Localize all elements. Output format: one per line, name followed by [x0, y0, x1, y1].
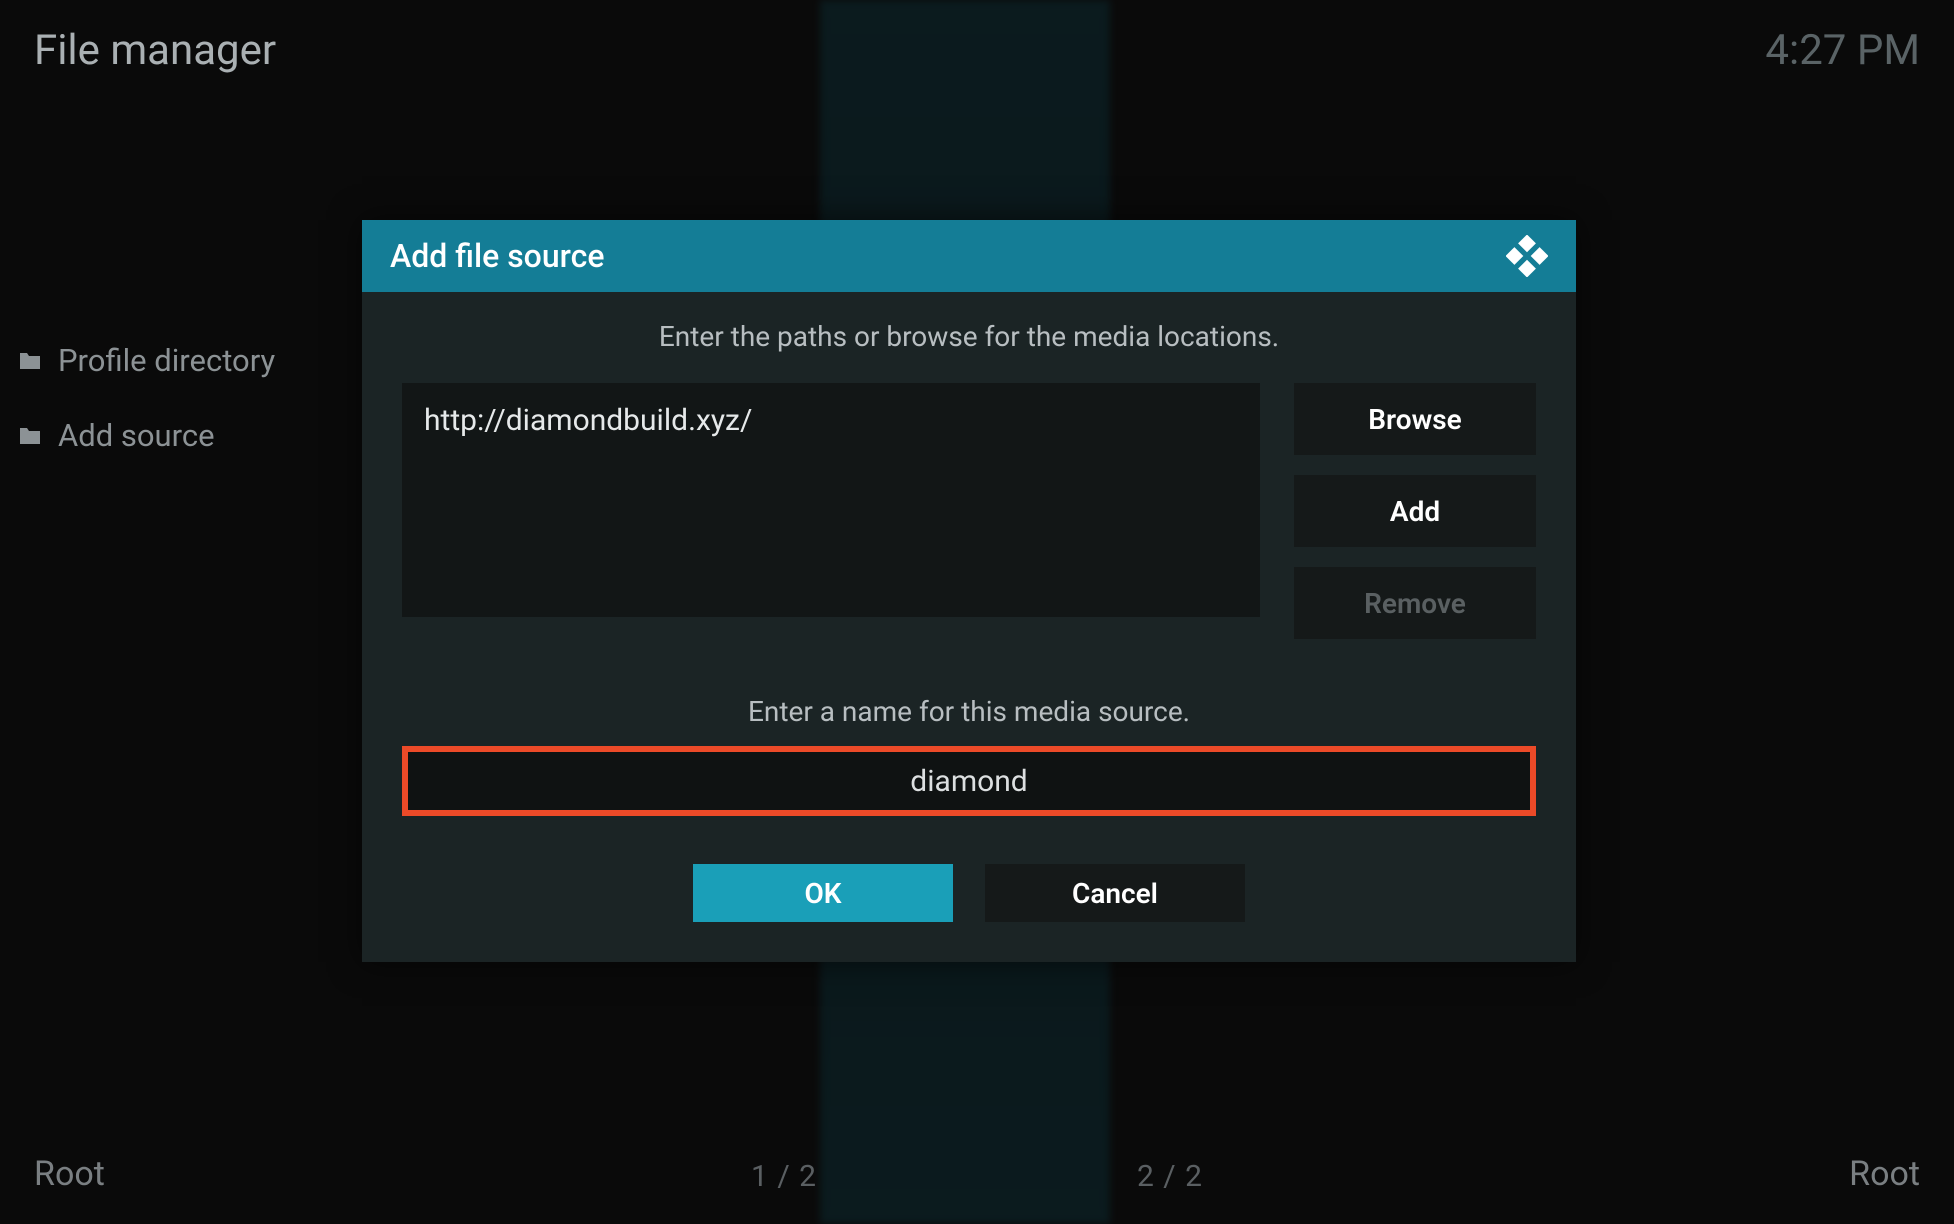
ok-button[interactable]: OK: [693, 864, 953, 922]
name-instruction: Enter a name for this media source.: [402, 695, 1536, 728]
browse-button[interactable]: Browse: [1294, 383, 1536, 455]
dialog-header: Add file source: [362, 220, 1576, 292]
cancel-button[interactable]: Cancel: [985, 864, 1245, 922]
add-button[interactable]: Add: [1294, 475, 1536, 547]
footer-left-root: Root: [34, 1154, 105, 1194]
pager-right: 2 / 2: [1137, 1159, 1203, 1194]
dialog-body: Enter the paths or browse for the media …: [362, 292, 1576, 962]
list-item-label: Add source: [58, 417, 215, 454]
page-title: File manager: [34, 26, 276, 75]
pager-bar: 1 / 2 2 / 2: [751, 1159, 1203, 1194]
clock: 4:27 PM: [1765, 26, 1920, 75]
path-input-value: http://diamondbuild.xyz/: [424, 401, 1238, 440]
footer-right-root: Root: [1849, 1154, 1920, 1194]
name-input-highlight: diamond: [402, 746, 1536, 816]
header-bar: File manager 4:27 PM: [34, 26, 1920, 75]
dialog-title: Add file source: [390, 237, 604, 275]
folder-icon: [18, 351, 42, 371]
dialog-footer-buttons: OK Cancel: [402, 864, 1536, 922]
add-file-source-dialog: Add file source Enter the paths or brows…: [362, 220, 1576, 962]
name-input[interactable]: diamond: [408, 752, 1530, 810]
file-list: Profile directory Add source: [18, 342, 275, 454]
path-input[interactable]: http://diamondbuild.xyz/: [402, 383, 1260, 617]
list-item-add-source[interactable]: Add source: [18, 417, 275, 454]
remove-button: Remove: [1294, 567, 1536, 639]
list-item-label: Profile directory: [58, 342, 275, 379]
name-input-value: diamond: [910, 764, 1027, 799]
paths-instruction: Enter the paths or browse for the media …: [402, 320, 1536, 353]
side-buttons: Browse Add Remove: [1294, 383, 1536, 639]
list-item-profile-directory[interactable]: Profile directory: [18, 342, 275, 379]
pager-left: 1 / 2: [751, 1159, 817, 1194]
folder-icon: [18, 426, 42, 446]
kodi-logo-icon: [1506, 235, 1548, 277]
paths-row: http://diamondbuild.xyz/ Browse Add Remo…: [402, 383, 1536, 639]
